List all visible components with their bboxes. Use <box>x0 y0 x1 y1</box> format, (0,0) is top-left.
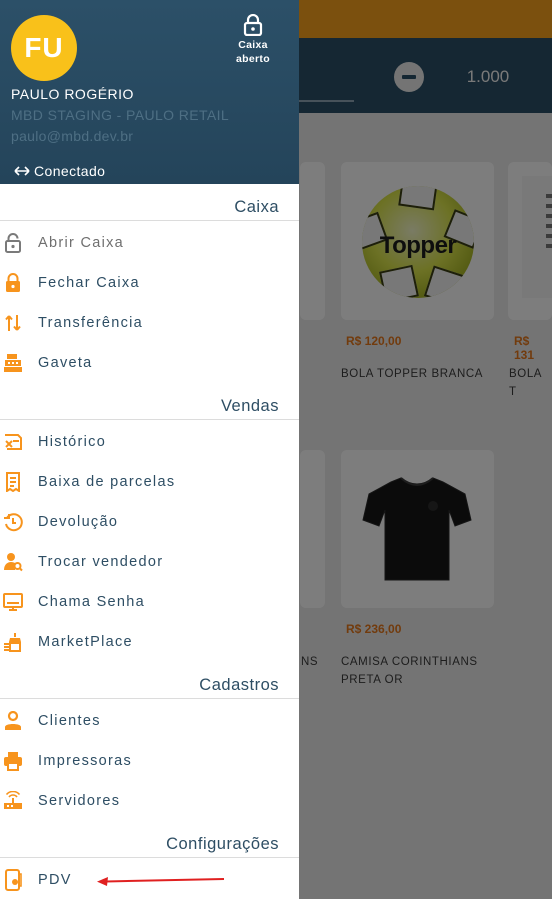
menu-item-abrir-caixa[interactable]: Abrir Caixa <box>0 223 299 263</box>
swap-vertical-icon <box>3 313 23 333</box>
navigation-drawer: FU Caixa aberto PAULO ROGÉRIO MBD STAGIN… <box>0 0 299 899</box>
menu-item-baixa-de-parcelas[interactable]: Baixa de parcelas <box>0 462 299 502</box>
lock-open-icon <box>3 233 23 253</box>
monitor-icon <box>3 592 23 612</box>
menu-item-trocar-vendedor[interactable]: Trocar vendedor <box>0 542 299 582</box>
lock-open-icon <box>243 14 263 36</box>
menu-item-label: Servidores <box>38 793 121 809</box>
pos-device-icon <box>3 869 23 891</box>
menu-item-label: Histórico <box>38 434 107 450</box>
receipt-icon <box>3 472 23 492</box>
caixa-status[interactable]: Caixa aberto <box>222 14 284 66</box>
menu-item-gaveta[interactable]: Gaveta <box>0 343 299 383</box>
return-icon <box>3 512 23 532</box>
connection-label: Conectado <box>34 163 106 179</box>
menu-item-label: Baixa de parcelas <box>38 474 176 490</box>
section-title-caixa: Caixa <box>234 198 279 216</box>
menu-item-fechar-caixa[interactable]: Fechar Caixa <box>0 263 299 303</box>
printer-icon <box>3 751 23 771</box>
user-search-icon <box>3 552 23 572</box>
menu-item-label: Transferência <box>38 315 144 331</box>
avatar[interactable]: FU <box>11 15 77 81</box>
menu-item-label: Devolução <box>38 514 119 530</box>
marketplace-icon <box>3 632 23 652</box>
menu-item-label: Chama Senha <box>38 594 145 610</box>
menu-item-label: Abrir Caixa <box>38 235 125 251</box>
section-divider <box>0 419 299 420</box>
menu-item-label: Clientes <box>38 713 101 729</box>
section-divider <box>0 220 299 221</box>
section-divider <box>0 698 299 699</box>
menu-item-devolucao[interactable]: Devolução <box>0 502 299 542</box>
section-title-configuracoes: Configurações <box>166 835 279 853</box>
menu-item-label: Trocar vendedor <box>38 554 164 570</box>
menu-item-label: Gaveta <box>38 355 93 371</box>
menu-item-marketplace[interactable]: MarketPlace <box>0 622 299 662</box>
menu-item-label: Impressoras <box>38 753 133 769</box>
section-divider <box>0 857 299 858</box>
user-email: paulo@mbd.dev.br <box>11 128 134 144</box>
person-icon <box>3 711 23 731</box>
menu-item-transferencia[interactable]: Transferência <box>0 303 299 343</box>
annotation-arrow <box>97 877 225 886</box>
caixa-status-value: aberto <box>236 53 270 65</box>
caixa-status-label: Caixa <box>238 39 268 51</box>
section-title-vendas: Vendas <box>220 397 279 415</box>
user-name: PAULO ROGÉRIO <box>11 86 134 102</box>
history-icon <box>3 432 23 452</box>
lock-icon <box>3 273 23 293</box>
section-title-cadastros: Cadastros <box>199 676 279 694</box>
menu-item-historico[interactable]: Histórico <box>0 422 299 462</box>
menu-item-label: MarketPlace <box>38 634 133 650</box>
cash-register-icon <box>3 353 23 373</box>
menu-item-label: PDV <box>38 872 72 888</box>
user-store: MBD STAGING - PAULO RETAIL <box>11 107 230 123</box>
router-icon <box>3 791 23 811</box>
arrows-horizontal-icon <box>14 166 30 176</box>
menu-item-impressoras[interactable]: Impressoras <box>0 741 299 781</box>
menu-item-chama-senha[interactable]: Chama Senha <box>0 582 299 622</box>
menu-item-label: Fechar Caixa <box>38 275 140 291</box>
menu-item-servidores[interactable]: Servidores <box>0 781 299 821</box>
drawer-header: FU Caixa aberto PAULO ROGÉRIO MBD STAGIN… <box>0 0 299 184</box>
menu-item-clientes[interactable]: Clientes <box>0 701 299 741</box>
connection-status: Conectado <box>14 163 105 179</box>
